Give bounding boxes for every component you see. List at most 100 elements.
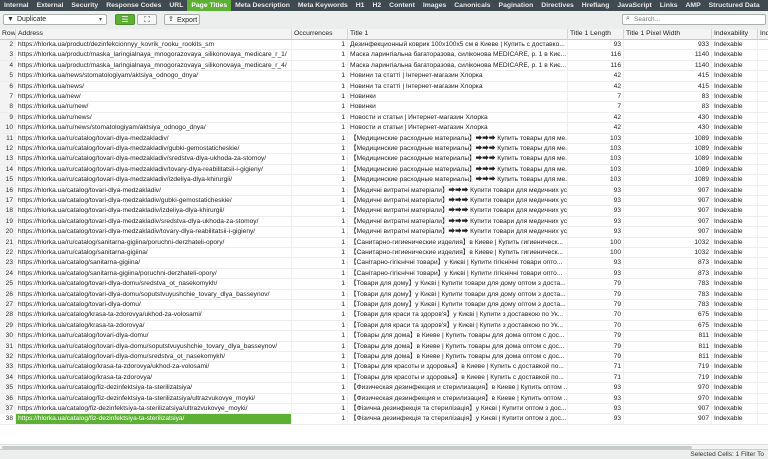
cell-title-1-length[interactable]: 93 [568, 268, 624, 279]
cell-title-1-pixel-width[interactable]: 970 [624, 383, 712, 394]
cell-title-1-length[interactable]: 93 [568, 206, 624, 217]
cell-row-number[interactable]: 20 [0, 227, 16, 238]
cell-address[interactable]: https://hlorka.ua/ru/catalog/tovari-dlya… [16, 164, 292, 175]
cell-title-1-pixel-width[interactable]: 783 [624, 289, 712, 300]
cell-title-1-pixel-width[interactable]: 430 [624, 112, 712, 123]
filter-dropdown[interactable]: ▼ Duplicate ▾ [3, 14, 107, 25]
cell-title-1-length[interactable]: 93 [568, 40, 624, 50]
cell-title-1-pixel-width[interactable]: 675 [624, 310, 712, 321]
cell-indexability[interactable]: Indexable [712, 40, 758, 50]
cell-occurrences[interactable]: 1 [292, 164, 348, 175]
cell-occurrences[interactable]: 1 [292, 352, 348, 362]
cell-row-number[interactable]: 35 [0, 383, 16, 394]
cell-title-1[interactable]: 【Товары для дома】в Киеве | Купить товары… [348, 341, 568, 352]
cell-title-1-length[interactable]: 42 [568, 112, 624, 123]
cell-occurrences[interactable]: 1 [292, 227, 348, 238]
cell-indexability[interactable]: Indexable [712, 112, 758, 123]
cell-address[interactable]: https://hlorka.ua/catalog/tovari-dlya-me… [16, 227, 292, 238]
tree-view-button[interactable]: ⛶ [137, 14, 157, 25]
cell-occurrences[interactable]: 1 [292, 268, 348, 279]
cell-row-number[interactable]: 27 [0, 300, 16, 310]
cell-indexability[interactable]: Indexable [712, 404, 758, 414]
cell-title-1-pixel-width[interactable]: 907 [624, 206, 712, 217]
cell-title-1-pixel-width[interactable]: 1032 [624, 248, 712, 258]
cell-title-1[interactable]: 【Товари для краси та здоров'я】у Києві | … [348, 320, 568, 331]
table-row[interactable]: 11 https://hlorka.ua/ru/catalog/tovari-dl… [0, 133, 768, 144]
cell-title-1[interactable]: Новинки [348, 102, 568, 113]
cell-occurrences[interactable]: 1 [292, 383, 348, 394]
cell-title-1-length[interactable]: 42 [568, 123, 624, 134]
table-row[interactable]: 6 https://hlorka.ua/news/1 Новини та статт… [0, 81, 768, 92]
cell-title-1-pixel-width[interactable]: 873 [624, 258, 712, 269]
cell-title-1-pixel-width[interactable]: 1140 [624, 60, 712, 71]
cell-title-1-pixel-width[interactable]: 719 [624, 372, 712, 383]
cell-title-1-length[interactable]: 103 [568, 144, 624, 154]
cell-title-1-length[interactable]: 100 [568, 248, 624, 258]
tab-security[interactable]: Security [67, 0, 102, 11]
column-header-title-1-pixel-width[interactable]: Title 1 Pixel Width [624, 29, 712, 39]
cell-occurrences[interactable]: 1 [292, 40, 348, 50]
cell-title-1[interactable]: Новинки [348, 92, 568, 102]
tab-images[interactable]: Images [419, 0, 450, 11]
cell-row-number[interactable]: 16 [0, 185, 16, 196]
cell-indexability[interactable]: Indexable [712, 206, 758, 217]
cell-occurrences[interactable]: 1 [292, 154, 348, 165]
cell-title-1-length[interactable]: 7 [568, 92, 624, 102]
cell-occurrences[interactable]: 1 [292, 92, 348, 102]
cell-title-1[interactable]: Новини та статті | Інтернет-магазин Хлор… [348, 71, 568, 82]
cell-title-1-pixel-width[interactable]: 1032 [624, 237, 712, 248]
cell-indexability[interactable]: Indexable [712, 362, 758, 373]
cell-title-1[interactable]: 【Медицинские расходные материалы】➡➡➡ Куп… [348, 175, 568, 186]
cell-title-1[interactable]: 【Товары для красоты и здоровья】в Киеве |… [348, 372, 568, 383]
cell-indexability[interactable]: Indexable [712, 414, 758, 425]
table-row[interactable]: 15 https://hlorka.ua/ru/catalog/tovari-dl… [0, 175, 768, 186]
cell-title-1-length[interactable]: 93 [568, 383, 624, 394]
cell-indexability[interactable]: Indexable [712, 81, 758, 92]
tab-content[interactable]: Content [385, 0, 419, 11]
column-header-occurrences[interactable]: Occurrences [292, 29, 348, 39]
tab-page-titles[interactable]: Page Titles [187, 0, 232, 11]
cell-address[interactable]: https://hlorka.ua/news/ [16, 81, 292, 92]
cell-title-1[interactable]: 【Санітарно-гігієнічні товари】у Києві | К… [348, 258, 568, 269]
tab-external[interactable]: External [33, 0, 68, 11]
table-row[interactable]: 23 https://hlorka.ua/catalog/sanitarna-gi… [0, 258, 768, 269]
cell-occurrences[interactable]: 1 [292, 300, 348, 310]
cell-title-1-length[interactable]: 116 [568, 50, 624, 61]
cell-title-1-length[interactable]: 93 [568, 414, 624, 425]
cell-occurrences[interactable]: 1 [292, 216, 348, 227]
cell-indexability[interactable]: Indexable [712, 60, 758, 71]
cell-indexability[interactable]: Indexable [712, 50, 758, 61]
cell-title-1-length[interactable]: 79 [568, 331, 624, 342]
cell-indexability[interactable]: Indexable [712, 123, 758, 134]
cell-title-1[interactable]: Маска ларингіальна багаторазова, силікон… [348, 60, 568, 71]
cell-row-number[interactable]: 28 [0, 310, 16, 321]
table-row[interactable]: 7 https://hlorka.ua/new/1 Новинки 7 83 Indexa… [0, 92, 768, 103]
cell-title-1[interactable]: 【Физическая дезинфекция и стерилизация】в… [348, 393, 568, 404]
cell-title-1-length[interactable]: 70 [568, 320, 624, 331]
cell-occurrences[interactable]: 1 [292, 60, 348, 71]
cell-address[interactable]: https://hlorka.ua/catalog/fiz-dezinfekts… [16, 404, 292, 414]
cell-indexability[interactable]: Indexable [712, 372, 758, 383]
cell-indexability[interactable]: Indexable [712, 71, 758, 82]
table-row[interactable]: 26 https://hlorka.ua/catalog/tovari-dlya-… [0, 289, 768, 300]
cell-occurrences[interactable]: 1 [292, 144, 348, 154]
cell-title-1[interactable]: 【Товари для дому】у Києві | Купити товари… [348, 279, 568, 290]
cell-row-number[interactable]: 29 [0, 320, 16, 331]
cell-indexability[interactable]: Indexable [712, 248, 758, 258]
cell-title-1[interactable]: 【Медичні витратні матеріали】➡➡➡ Купити т… [348, 206, 568, 217]
cell-row-number[interactable]: 9 [0, 112, 16, 123]
cell-indexability[interactable]: Indexable [712, 154, 758, 165]
cell-address[interactable]: https://hlorka.ua/ru/news/stomatologiyam… [16, 123, 292, 134]
cell-title-1-length[interactable]: 79 [568, 300, 624, 310]
cell-row-number[interactable]: 32 [0, 352, 16, 362]
cell-title-1[interactable]: Маска ларингіальна багаторазова, силікон… [348, 50, 568, 61]
cell-title-1-pixel-width[interactable]: 1089 [624, 154, 712, 165]
cell-address[interactable]: https://hlorka.ua/catalog/tovari-dlya-me… [16, 196, 292, 206]
tab-javascript[interactable]: JavaScript [613, 0, 655, 11]
cell-title-1-pixel-width[interactable]: 970 [624, 393, 712, 404]
cell-title-1-pixel-width[interactable]: 811 [624, 352, 712, 362]
cell-title-1-pixel-width[interactable]: 83 [624, 92, 712, 102]
cell-title-1-pixel-width[interactable]: 1089 [624, 164, 712, 175]
cell-title-1-pixel-width[interactable]: 811 [624, 341, 712, 352]
tab-meta-keywords[interactable]: Meta Keywords [294, 0, 352, 11]
